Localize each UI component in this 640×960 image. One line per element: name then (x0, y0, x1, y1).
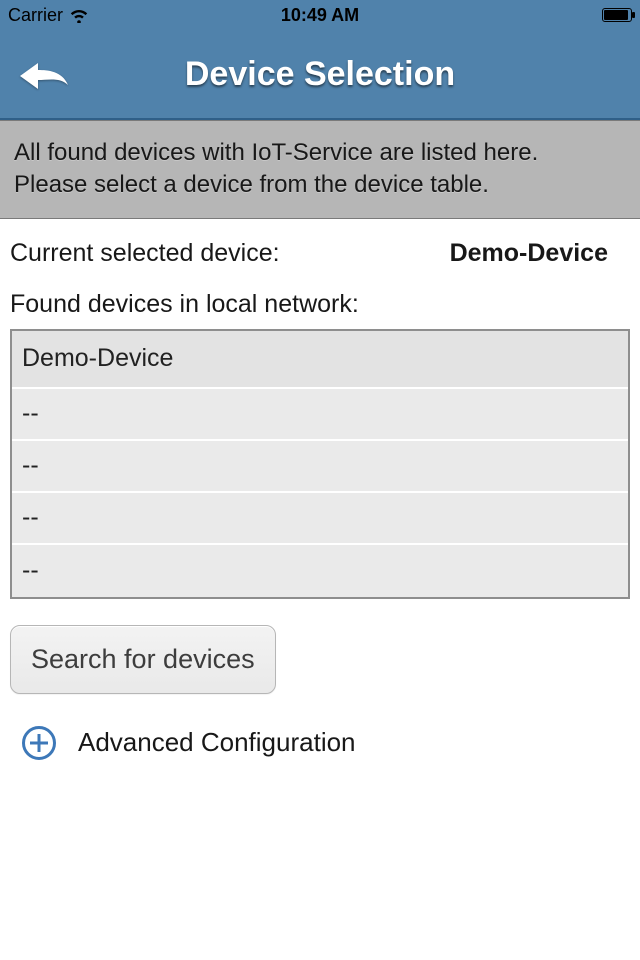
current-device-value: Demo-Device (450, 239, 608, 268)
info-line-2: Please select a device from the device t… (14, 169, 626, 201)
found-devices-label: Found devices in local network: (10, 290, 630, 319)
page-title: Device Selection (185, 55, 455, 94)
battery-icon (602, 8, 632, 22)
current-device-label: Current selected device: (10, 239, 280, 268)
advanced-config-row[interactable]: Advanced Configuration (10, 726, 630, 760)
search-devices-button[interactable]: Search for devices (10, 625, 276, 694)
info-banner: All found devices with IoT-Service are l… (0, 120, 640, 219)
device-table: Demo-Device -- -- -- -- (10, 329, 630, 599)
info-line-1: All found devices with IoT-Service are l… (14, 137, 626, 169)
nav-bar: Device Selection (0, 30, 640, 120)
status-bar-right (597, 8, 632, 22)
advanced-config-label: Advanced Configuration (78, 727, 356, 758)
table-row[interactable]: Demo-Device (12, 331, 628, 389)
content-area: Current selected device: Demo-Device Fou… (0, 219, 640, 760)
table-row[interactable]: -- (12, 493, 628, 545)
plus-circle-icon (22, 726, 56, 760)
table-row[interactable]: -- (12, 441, 628, 493)
table-row[interactable]: -- (12, 545, 628, 597)
table-row[interactable]: -- (12, 389, 628, 441)
status-bar: Carrier 10:49 AM (0, 0, 640, 30)
back-arrow-icon (18, 61, 70, 96)
current-device-row: Current selected device: Demo-Device (10, 239, 630, 268)
status-bar-time: 10:49 AM (0, 5, 640, 26)
back-button[interactable] (18, 58, 78, 98)
